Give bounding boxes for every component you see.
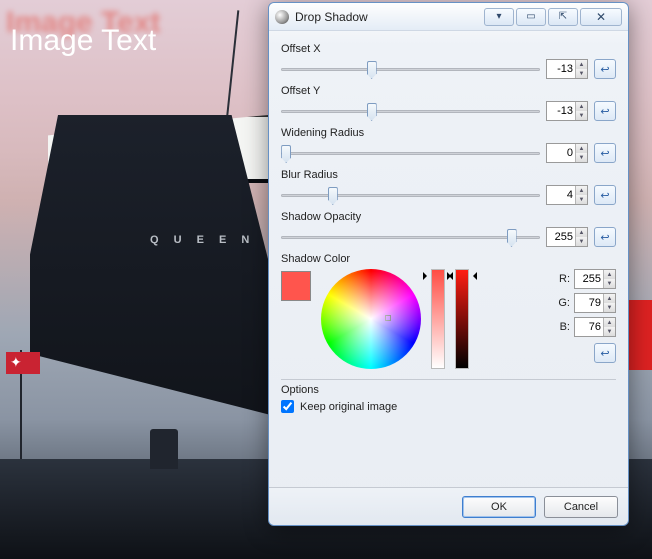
spin-up-icon[interactable]: ▲ (604, 318, 615, 327)
g-spinner[interactable]: ▲▼ (574, 293, 616, 313)
spin-down-icon[interactable]: ▼ (604, 303, 615, 312)
g-input[interactable] (575, 294, 603, 312)
titlebar-buttons: ▾ ▭ ⇱ ✕ (484, 8, 622, 26)
offset-y-label: Offset Y (281, 85, 616, 97)
shadow-color-area: R: ▲▼ G: ▲▼ B: (281, 269, 616, 369)
spin-down-icon[interactable]: ▼ (576, 111, 587, 120)
color-brightness-slider[interactable] (455, 269, 469, 369)
app-icon (275, 10, 289, 24)
widening-reset-button[interactable]: ↩ (594, 143, 616, 163)
r-label: R: (554, 273, 570, 285)
spin-up-icon[interactable]: ▲ (576, 144, 587, 153)
ok-button[interactable]: OK (462, 496, 536, 518)
b-label: B: (554, 321, 570, 333)
spin-down-icon[interactable]: ▼ (576, 153, 587, 162)
opacity-input[interactable] (547, 228, 575, 246)
close-icon: ✕ (596, 10, 606, 24)
titlebar-window-button[interactable]: ▭ (516, 8, 546, 26)
spin-down-icon[interactable]: ▼ (576, 195, 587, 204)
widening-spinner[interactable]: ▲▼ (546, 143, 588, 163)
options-label: Options (281, 384, 616, 396)
offset-x-slider[interactable] (281, 59, 540, 79)
opacity-slider[interactable] (281, 227, 540, 247)
options-section: Options Keep original image (281, 384, 616, 413)
window-icon: ▭ (526, 11, 535, 22)
opacity-spinner[interactable]: ▲▼ (546, 227, 588, 247)
titlebar-close-button[interactable]: ✕ (580, 8, 622, 26)
chevron-down-icon: ▾ (496, 11, 501, 22)
spin-up-icon[interactable]: ▲ (576, 186, 587, 195)
spin-down-icon[interactable]: ▼ (604, 327, 615, 336)
spin-up-icon[interactable]: ▲ (576, 102, 587, 111)
shadow-color-label: Shadow Color (281, 253, 616, 265)
divider (281, 379, 616, 380)
keep-original-label: Keep original image (300, 401, 397, 413)
widening-label: Widening Radius (281, 127, 616, 139)
blur-slider[interactable] (281, 185, 540, 205)
widening-input[interactable] (547, 144, 575, 162)
spin-up-icon[interactable]: ▲ (576, 60, 587, 69)
rgb-group: R: ▲▼ G: ▲▼ B: (554, 269, 616, 363)
offset-y-reset-button[interactable]: ↩ (594, 101, 616, 121)
cancel-button[interactable]: Cancel (544, 496, 618, 518)
dialog-body: Offset X ▲▼ ↩ Offset Y ▲▼ ↩ Widening Rad (269, 31, 628, 487)
color-wheel-cursor[interactable] (385, 315, 391, 321)
offset-x-input[interactable] (547, 60, 575, 78)
widening-slider[interactable] (281, 143, 540, 163)
color-value-slider[interactable] (431, 269, 445, 369)
dialog-footer: OK Cancel (269, 487, 628, 525)
color-wheel[interactable] (321, 269, 421, 369)
offset-y-spinner[interactable]: ▲▼ (546, 101, 588, 121)
flag-icon (6, 352, 40, 374)
ship-name-text: Q U E E N (150, 234, 255, 246)
detach-icon: ⇱ (559, 11, 567, 22)
offset-y-input[interactable] (547, 102, 575, 120)
b-input[interactable] (575, 318, 603, 336)
dialog-title: Drop Shadow (295, 10, 368, 24)
g-label: G: (554, 297, 570, 309)
color-swatch[interactable] (281, 271, 311, 301)
offset-x-spinner[interactable]: ▲▼ (546, 59, 588, 79)
spin-down-icon[interactable]: ▼ (604, 279, 615, 288)
spin-up-icon[interactable]: ▲ (576, 228, 587, 237)
color-reset-button[interactable]: ↩ (594, 343, 616, 363)
titlebar-detach-button[interactable]: ⇱ (548, 8, 578, 26)
keep-original-checkbox-row[interactable]: Keep original image (281, 400, 616, 413)
keep-original-checkbox[interactable] (281, 400, 294, 413)
r-input[interactable] (575, 270, 603, 288)
opacity-label: Shadow Opacity (281, 211, 616, 223)
blur-input[interactable] (547, 186, 575, 204)
spin-up-icon[interactable]: ▲ (604, 270, 615, 279)
titlebar[interactable]: Drop Shadow ▾ ▭ ⇱ ✕ (269, 3, 628, 31)
blur-reset-button[interactable]: ↩ (594, 185, 616, 205)
blur-spinner[interactable]: ▲▼ (546, 185, 588, 205)
offset-y-slider[interactable] (281, 101, 540, 121)
offset-x-reset-button[interactable]: ↩ (594, 59, 616, 79)
image-text: Image Text (10, 24, 156, 58)
opacity-reset-button[interactable]: ↩ (594, 227, 616, 247)
drop-shadow-dialog: Drop Shadow ▾ ▭ ⇱ ✕ Offset X ▲▼ ↩ Offset… (268, 2, 629, 526)
blur-label: Blur Radius (281, 169, 616, 181)
r-spinner[interactable]: ▲▼ (574, 269, 616, 289)
b-spinner[interactable]: ▲▼ (574, 317, 616, 337)
spin-down-icon[interactable]: ▼ (576, 237, 587, 246)
spin-up-icon[interactable]: ▲ (604, 294, 615, 303)
spin-down-icon[interactable]: ▼ (576, 69, 587, 78)
offset-x-label: Offset X (281, 43, 616, 55)
titlebar-dropdown-button[interactable]: ▾ (484, 8, 514, 26)
